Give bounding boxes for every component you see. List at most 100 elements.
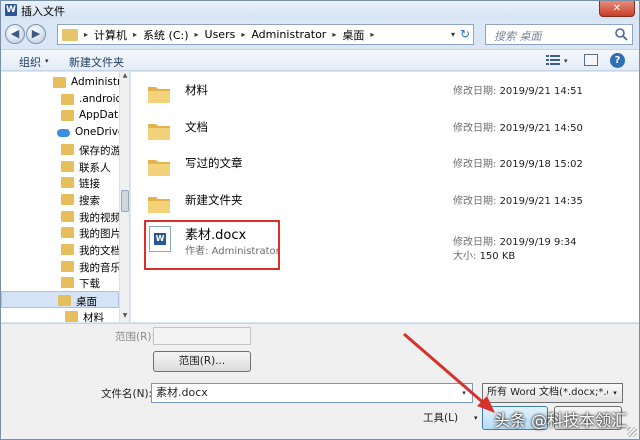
folder-icon [61, 143, 74, 155]
breadcrumb-separator[interactable]: ▸ [241, 30, 245, 39]
highlight-box [144, 220, 280, 270]
breadcrumb-administrator[interactable]: Administrator [251, 28, 326, 41]
search-icon [615, 28, 628, 41]
sidebar-item[interactable]: OneDrive [1, 124, 124, 141]
search-placeholder: 搜索 桌面 [494, 30, 542, 43]
sidebar-item[interactable]: 我的文档 [1, 241, 121, 258]
breadcrumb-separator: ▸ [84, 30, 89, 39]
filename-label: 文件名(N): [101, 388, 153, 400]
toolbar: 组织 ▾ 新建文件夹 ▾ ? [1, 49, 639, 71]
file-item-folder[interactable]: 文档 修改日期: 2019/9/21 14:50 [141, 113, 631, 149]
file-type-select[interactable]: 所有 Word 文档(*.docx;*.docx ▾ [482, 383, 623, 403]
file-type-value: 所有 Word 文档(*.docx;*.docx [487, 387, 623, 398]
filename-input[interactable]: 素材.docx ▾ [151, 383, 473, 403]
tools-button[interactable]: 工具(L) [423, 410, 458, 425]
file-size-value: 150 KB [479, 251, 516, 262]
folder-icon [53, 77, 66, 88]
sidebar-item-label: 链接 [79, 178, 100, 191]
folder-icon [61, 93, 74, 105]
sidebar-item-label: AppData [79, 109, 125, 122]
chevron-down-icon[interactable]: ▾ [45, 57, 49, 65]
sidebar-item[interactable]: AppData [1, 107, 125, 124]
breadcrumb-desktop[interactable]: 桌面 [342, 27, 364, 43]
range-input[interactable] [153, 327, 251, 345]
breadcrumb-separator[interactable]: ▸ [133, 30, 137, 39]
file-item-folder[interactable]: 写过的文章 修改日期: 2019/9/18 15:02 [141, 149, 631, 185]
help-icon[interactable]: ? [610, 53, 625, 68]
file-name: 文档 [185, 119, 208, 134]
sidebar-item[interactable]: 搜索 [1, 191, 119, 208]
folder-icon [61, 260, 74, 272]
refresh-icon[interactable]: ↻ [460, 27, 470, 41]
folder-icon [61, 160, 74, 172]
sidebar-item-label: 材料 [83, 311, 104, 322]
file-date-label: 修改日期: [453, 122, 497, 134]
search-box[interactable]: 搜索 桌面 [485, 24, 633, 45]
sidebar-item[interactable]: 链接 [1, 174, 119, 191]
sidebar-item[interactable]: 桌面 [1, 291, 119, 309]
filename-value: 素材.docx [156, 386, 208, 399]
file-date: 修改日期: 2019/9/21 14:35 [453, 192, 583, 207]
chevron-down-icon[interactable]: ▾ [474, 414, 478, 422]
address-dropdown-icon[interactable]: ▾ [451, 30, 455, 39]
sidebar-item[interactable]: 联系人 [1, 158, 119, 175]
breadcrumb-separator[interactable]: ▸ [195, 30, 199, 39]
breadcrumb-separator[interactable]: ▸ [370, 30, 374, 39]
folder-icon [61, 277, 74, 289]
view-options-icon[interactable] [546, 54, 560, 66]
sidebar-item-label: 我的文档 [79, 245, 121, 257]
sidebar-item[interactable]: Administrator [1, 74, 129, 91]
forward-button[interactable]: ▶ [26, 24, 46, 44]
breadcrumb-computer[interactable]: 计算机 [94, 27, 127, 43]
sidebar-item-label: 我的视频 [79, 211, 121, 224]
folder-icon [61, 210, 74, 222]
address-bar[interactable]: ▸ 计算机 ▸ 系统 (C:) ▸ Users ▸ Administrator … [57, 24, 474, 45]
resize-grip[interactable] [627, 427, 637, 437]
file-date-value: 2019/9/21 14:50 [499, 122, 583, 134]
chevron-down-icon[interactable]: ▾ [456, 384, 472, 402]
sidebar-item-label: 联系人 [79, 161, 111, 174]
folder-icon [62, 28, 78, 41]
file-name: 写过的文章 [185, 156, 243, 170]
file-date: 修改日期: 2019/9/21 14:50 [453, 119, 583, 134]
sidebar-item[interactable]: 我的图片 [1, 224, 121, 241]
scroll-thumb[interactable] [121, 190, 129, 212]
folder-icon [61, 110, 74, 122]
nav-scrollbar[interactable]: ▲ ▼ [119, 72, 129, 322]
close-button[interactable]: ✕ [599, 1, 635, 17]
file-date: 修改日期: 2019/9/18 15:02 [453, 155, 583, 170]
scroll-up-icon[interactable]: ▲ [120, 72, 129, 82]
sidebar-item[interactable]: 保存的游戏 [1, 141, 129, 158]
file-name: 材料 [185, 83, 208, 97]
folder-icon [148, 123, 170, 140]
insert-file-dialog: W 插入文件 ✕ ◀ ▶ ▸ 计算机 ▸ 系统 (C:) ▸ Users ▸ A… [0, 0, 640, 440]
folder-icon [148, 160, 170, 176]
title-bar: W 插入文件 ✕ [1, 1, 639, 19]
file-item-folder[interactable]: 新建文件夹 修改日期: 2019/9/21 14:35 [141, 186, 631, 222]
file-date: 修改日期: 2019/9/19 9:34 [453, 233, 576, 248]
scroll-down-icon[interactable]: ▼ [120, 312, 129, 322]
sidebar-item[interactable]: 我的视频 [1, 208, 121, 225]
sidebar-item[interactable]: 材料 [1, 308, 119, 322]
range-button[interactable]: 范围(R)... [153, 351, 251, 372]
chevron-down-icon[interactable]: ▾ [564, 57, 568, 65]
sidebar-item[interactable]: 下载 [1, 274, 119, 291]
file-date-value: 2019/9/21 14:35 [499, 195, 583, 207]
sidebar-item[interactable]: 我的音乐 [1, 258, 121, 275]
sidebar-item-label: 下载 [79, 278, 100, 291]
organize-button[interactable]: 组织 [19, 54, 41, 70]
breadcrumb-users[interactable]: Users [205, 28, 236, 41]
file-item-folder[interactable]: 材料 修改日期: 2019/9/21 14:51 [141, 76, 631, 112]
preview-pane-icon[interactable] [584, 54, 598, 66]
breadcrumb-separator[interactable]: ▸ [332, 30, 336, 39]
file-date: 修改日期: 2019/9/21 14:51 [453, 82, 583, 97]
new-folder-button[interactable]: 新建文件夹 [69, 54, 124, 70]
navigation-row: ◀ ▶ ▸ 计算机 ▸ 系统 (C:) ▸ Users ▸ Administra… [1, 21, 639, 47]
sidebar-item[interactable]: .android [1, 91, 122, 108]
chevron-down-icon[interactable]: ▾ [608, 384, 622, 402]
breadcrumb-system-c[interactable]: 系统 (C:) [143, 27, 188, 43]
file-date-label: 修改日期: [453, 195, 497, 207]
range-label: 范围(R): [115, 331, 156, 343]
sidebar-item-label: OneDrive [75, 126, 125, 139]
back-button[interactable]: ◀ [5, 24, 25, 44]
